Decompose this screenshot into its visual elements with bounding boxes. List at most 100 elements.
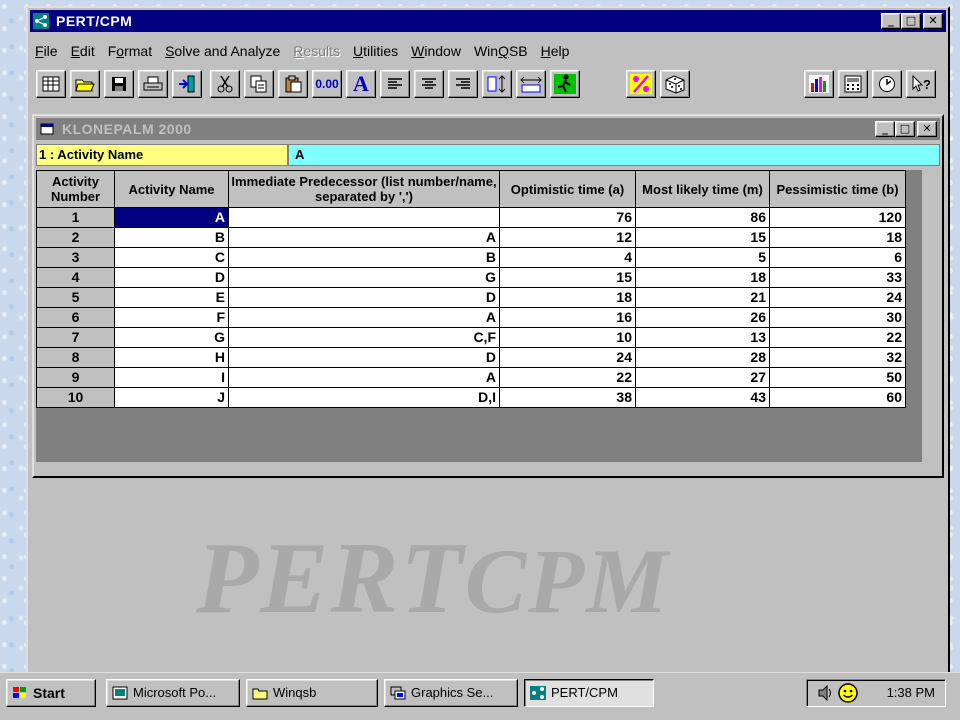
- open-folder-icon[interactable]: [70, 70, 100, 98]
- align-center-icon[interactable]: [414, 70, 444, 98]
- predecessor-cell[interactable]: B: [228, 247, 500, 268]
- dice-icon[interactable]: [660, 70, 690, 98]
- minimize-button[interactable]: _: [881, 13, 901, 29]
- pessimistic-cell[interactable]: 120: [769, 207, 906, 228]
- pessimistic-cell[interactable]: 32: [769, 347, 906, 368]
- activity-name-cell[interactable]: J: [114, 387, 229, 408]
- most-likely-cell[interactable]: 5: [635, 247, 770, 268]
- activity-number-cell[interactable]: 4: [36, 267, 115, 288]
- column-header-optimistic[interactable]: Optimistic time (a): [499, 170, 636, 208]
- optimistic-cell[interactable]: 38: [499, 387, 636, 408]
- paste-icon[interactable]: [278, 70, 308, 98]
- predecessor-cell[interactable]: A: [228, 227, 500, 248]
- start-button[interactable]: Start: [6, 679, 96, 707]
- percent-icon[interactable]: [626, 70, 656, 98]
- pessimistic-cell[interactable]: 50: [769, 367, 906, 388]
- activity-number-cell[interactable]: 9: [36, 367, 115, 388]
- column-header-activity-number[interactable]: Activity Number: [36, 170, 115, 208]
- menu-item-8[interactable]: Help: [536, 43, 578, 59]
- clock-time[interactable]: 1:38 PM: [887, 680, 935, 706]
- column-header-most-likely[interactable]: Most likely time (m): [635, 170, 770, 208]
- spreadsheet-icon[interactable]: [36, 70, 66, 98]
- calculator-icon[interactable]: [838, 70, 868, 98]
- activity-number-cell[interactable]: 10: [36, 387, 115, 408]
- activity-name-cell[interactable]: D: [114, 267, 229, 288]
- most-likely-cell[interactable]: 18: [635, 267, 770, 288]
- menu-item-6[interactable]: Window: [406, 43, 469, 59]
- clock-icon[interactable]: [872, 70, 902, 98]
- maximize-button[interactable]: □: [901, 13, 921, 29]
- activity-name-cell[interactable]: F: [114, 307, 229, 328]
- most-likely-cell[interactable]: 28: [635, 347, 770, 368]
- pessimistic-cell[interactable]: 30: [769, 307, 906, 328]
- smiley-face-icon[interactable]: [837, 682, 859, 704]
- cut-scissors-icon[interactable]: [210, 70, 240, 98]
- align-left-icon[interactable]: [380, 70, 410, 98]
- taskbar-item-graphics[interactable]: Graphics Se...: [384, 679, 518, 707]
- column-header-pessimistic[interactable]: Pessimistic time (b): [769, 170, 906, 208]
- app-titlebar[interactable]: PERT/CPM _ □ ✕: [30, 10, 946, 32]
- activity-name-cell[interactable]: A: [114, 207, 229, 228]
- activity-number-cell[interactable]: 7: [36, 327, 115, 348]
- activity-number-cell[interactable]: 5: [36, 287, 115, 308]
- help-cursor-icon[interactable]: ?: [906, 70, 936, 98]
- minimize-button[interactable]: _: [875, 121, 895, 137]
- volume-speaker-icon[interactable]: [817, 685, 835, 701]
- menu-item-4[interactable]: Results: [288, 43, 348, 59]
- maximize-button[interactable]: □: [895, 121, 915, 137]
- runner-icon[interactable]: [550, 70, 580, 98]
- menu-item-7[interactable]: WinQSB: [469, 43, 536, 59]
- activity-number-cell[interactable]: 6: [36, 307, 115, 328]
- close-button[interactable]: ✕: [923, 13, 943, 29]
- activity-name-cell[interactable]: H: [114, 347, 229, 368]
- exit-door-icon[interactable]: [172, 70, 202, 98]
- activity-number-cell[interactable]: 2: [36, 227, 115, 248]
- copy-icon[interactable]: [244, 70, 274, 98]
- optimistic-cell[interactable]: 12: [499, 227, 636, 248]
- data-window-titlebar[interactable]: KLONEPALM 2000 _ □ ✕: [36, 118, 940, 140]
- predecessor-cell[interactable]: C,F: [228, 327, 500, 348]
- pessimistic-cell[interactable]: 24: [769, 287, 906, 308]
- optimistic-cell[interactable]: 22: [499, 367, 636, 388]
- optimistic-cell[interactable]: 76: [499, 207, 636, 228]
- pessimistic-cell[interactable]: 60: [769, 387, 906, 408]
- pessimistic-cell[interactable]: 6: [769, 247, 906, 268]
- column-header-predecessor[interactable]: Immediate Predecessor (list number/name,…: [228, 170, 500, 208]
- activity-name-cell[interactable]: E: [114, 287, 229, 308]
- pessimistic-cell[interactable]: 33: [769, 267, 906, 288]
- predecessor-cell[interactable]: A: [228, 307, 500, 328]
- activity-name-cell[interactable]: C: [114, 247, 229, 268]
- column-header-activity-name[interactable]: Activity Name: [114, 170, 229, 208]
- menu-item-0[interactable]: File: [30, 43, 66, 59]
- taskbar-item-winqsb[interactable]: Winqsb: [246, 679, 378, 707]
- predecessor-cell[interactable]: D: [228, 347, 500, 368]
- activity-name-cell[interactable]: G: [114, 327, 229, 348]
- most-likely-cell[interactable]: 21: [635, 287, 770, 308]
- menu-item-1[interactable]: Edit: [66, 43, 103, 59]
- print-icon[interactable]: [138, 70, 168, 98]
- most-likely-cell[interactable]: 13: [635, 327, 770, 348]
- taskbar-item-pertcpm[interactable]: PERT/CPM: [524, 679, 654, 707]
- optimistic-cell[interactable]: 10: [499, 327, 636, 348]
- menu-item-5[interactable]: Utilities: [348, 43, 406, 59]
- most-likely-cell[interactable]: 26: [635, 307, 770, 328]
- optimistic-cell[interactable]: 16: [499, 307, 636, 328]
- font-button[interactable]: A: [346, 70, 376, 98]
- most-likely-cell[interactable]: 43: [635, 387, 770, 408]
- number-format-button[interactable]: 0.00: [312, 70, 342, 98]
- most-likely-cell[interactable]: 27: [635, 367, 770, 388]
- activity-name-cell[interactable]: B: [114, 227, 229, 248]
- predecessor-cell[interactable]: A: [228, 367, 500, 388]
- align-right-icon[interactable]: [448, 70, 478, 98]
- pessimistic-cell[interactable]: 22: [769, 327, 906, 348]
- optimistic-cell[interactable]: 15: [499, 267, 636, 288]
- optimistic-cell[interactable]: 18: [499, 287, 636, 308]
- predecessor-cell[interactable]: [228, 207, 500, 228]
- optimistic-cell[interactable]: 4: [499, 247, 636, 268]
- optimistic-cell[interactable]: 24: [499, 347, 636, 368]
- menu-item-2[interactable]: Format: [103, 43, 160, 59]
- row-height-icon[interactable]: [482, 70, 512, 98]
- menu-item-3[interactable]: Solve and Analyze: [160, 43, 288, 59]
- predecessor-cell[interactable]: D,I: [228, 387, 500, 408]
- close-button[interactable]: ✕: [917, 121, 937, 137]
